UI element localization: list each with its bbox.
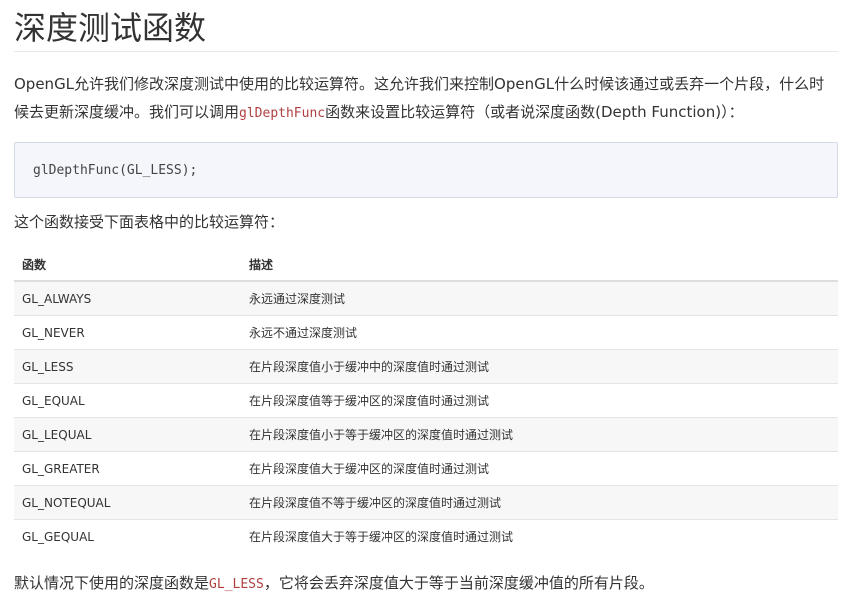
header-function: 函数 bbox=[14, 248, 241, 282]
table-row: GL_GEQUAL 在片段深度值大于等于缓冲区的深度值时通过测试 bbox=[14, 519, 838, 553]
table-row: GL_ALWAYS 永远通过深度测试 bbox=[14, 280, 838, 316]
footer-text-2: ，它将会丢弃深度值大于等于当前深度缓冲值的所有片段。 bbox=[263, 574, 654, 592]
header-description: 描述 bbox=[241, 248, 838, 282]
description-cell: 永远不通过深度测试 bbox=[241, 315, 838, 350]
description-cell: 在片段深度值小于等于缓冲区的深度值时通过测试 bbox=[241, 417, 838, 452]
code-line: glDepthFunc(GL_LESS); bbox=[33, 162, 198, 178]
function-cell: GL_GREATER bbox=[14, 451, 241, 486]
table-row: GL_LESS 在片段深度值小于缓冲中的深度值时通过测试 bbox=[14, 349, 838, 384]
table-intro-paragraph: 这个函数接受下面表格中的比较运算符： bbox=[14, 213, 285, 231]
function-cell: GL_NOTEQUAL bbox=[14, 485, 241, 520]
function-cell: GL_ALWAYS bbox=[14, 280, 241, 316]
intro-paragraph: OpenGL允许我们修改深度测试中使用的比较运算符。这允许我们来控制OpenGL… bbox=[14, 70, 838, 128]
description-cell: 在片段深度值大于缓冲区的深度值时通过测试 bbox=[241, 451, 838, 486]
description-cell: 在片段深度值小于缓冲中的深度值时通过测试 bbox=[241, 349, 838, 384]
description-cell: 在片段深度值不等于缓冲区的深度值时通过测试 bbox=[241, 485, 838, 520]
footer-text-1: 默认情况下使用的深度函数是 bbox=[14, 574, 210, 592]
table-header-row: 函数 描述 bbox=[14, 248, 838, 282]
description-cell: 永远通过深度测试 bbox=[241, 280, 838, 316]
function-cell: GL_EQUAL bbox=[14, 383, 241, 418]
table-row: GL_EQUAL 在片段深度值等于缓冲区的深度值时通过测试 bbox=[14, 383, 838, 418]
function-cell: GL_NEVER bbox=[14, 315, 241, 350]
description-cell: 在片段深度值大于等于缓冲区的深度值时通过测试 bbox=[241, 519, 838, 553]
table-row: GL_NOTEQUAL 在片段深度值不等于缓冲区的深度值时通过测试 bbox=[14, 485, 838, 520]
code-block: glDepthFunc(GL_LESS); bbox=[14, 142, 838, 198]
intro-text-2: 函数来设置比较运算符（或者说深度函数(Depth Function)）： bbox=[325, 103, 744, 121]
article: 深度测试函数 OpenGL允许我们修改深度测试中使用的比较运算符。这允许我们来控… bbox=[0, 0, 860, 608]
depth-function-table: 函数 描述 GL_ALWAYS 永远通过深度测试 GL_NEVER 永远不通过深… bbox=[14, 248, 838, 553]
function-cell: GL_LEQUAL bbox=[14, 417, 241, 452]
inline-code-gldepthfunc: glDepthFunc bbox=[239, 106, 326, 121]
footer-paragraph: 默认情况下使用的深度函数是GL_LESS，它将会丢弃深度值大于等于当前深度缓冲值… bbox=[14, 569, 838, 599]
inline-code-gl-less: GL_LESS bbox=[209, 577, 264, 592]
table-row: GL_LEQUAL 在片段深度值小于等于缓冲区的深度值时通过测试 bbox=[14, 417, 838, 452]
table-row: GL_GREATER 在片段深度值大于缓冲区的深度值时通过测试 bbox=[14, 451, 838, 486]
page-title: 深度测试函数 bbox=[14, 0, 838, 52]
function-cell: GL_GEQUAL bbox=[14, 519, 241, 553]
description-cell: 在片段深度值等于缓冲区的深度值时通过测试 bbox=[241, 383, 838, 418]
function-cell: GL_LESS bbox=[14, 349, 241, 384]
table-row: GL_NEVER 永远不通过深度测试 bbox=[14, 315, 838, 350]
